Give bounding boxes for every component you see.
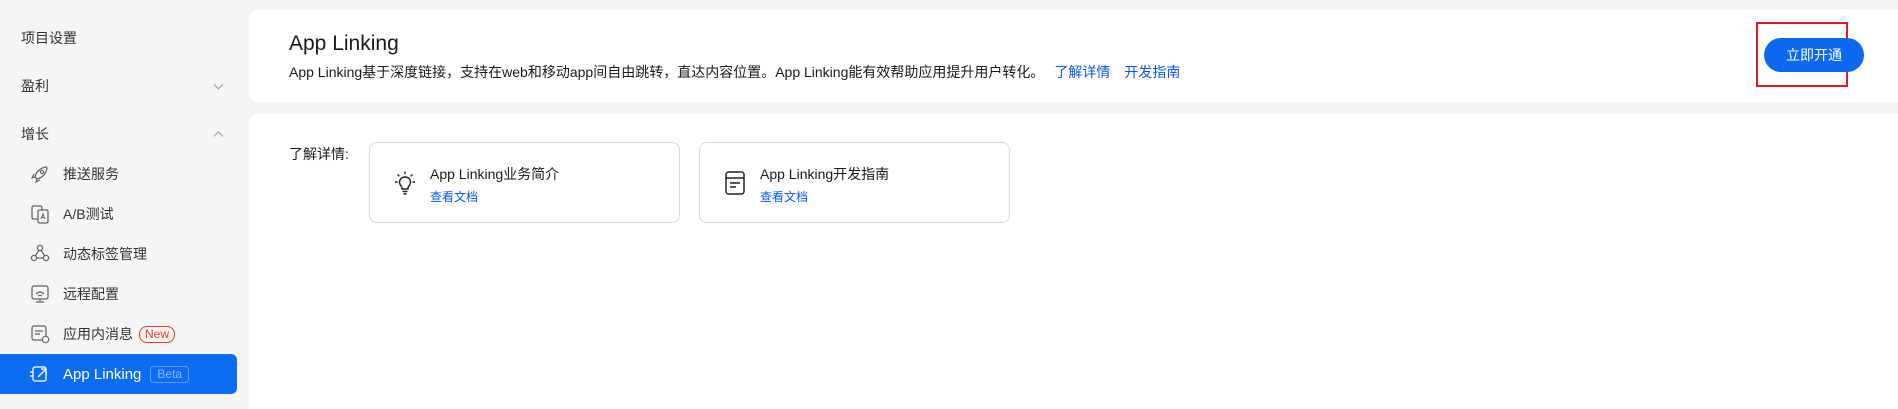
doc-card-overview[interactable]: App Linking业务简介 查看文档 bbox=[369, 142, 680, 223]
tag-network-icon bbox=[30, 244, 50, 262]
sidebar-item-label: 远程配置 bbox=[63, 286, 119, 302]
sidebar-item-label: 项目设置 bbox=[21, 30, 77, 46]
description-text: App Linking基于深度链接，支持在web和移动app间自由跳转，直达内容… bbox=[289, 64, 1045, 80]
document-icon bbox=[725, 171, 745, 195]
sidebar-item-in-app-message[interactable]: 应用内消息 New bbox=[0, 314, 237, 354]
app-linking-icon bbox=[30, 366, 47, 382]
doc-card-title: App Linking业务简介 bbox=[430, 166, 560, 182]
remote-config-icon bbox=[31, 285, 49, 303]
lightbulb-icon bbox=[395, 171, 415, 195]
view-doc-link[interactable]: 查看文档 bbox=[430, 188, 478, 205]
sidebar-group-label: 盈利 bbox=[21, 78, 49, 94]
learn-more-label: 了解详情: bbox=[289, 146, 349, 162]
main-content: 了解详情: App Linking业务简介 查看文档 App Linking开发… bbox=[249, 114, 1898, 409]
sidebar-item-label: 应用内消息 bbox=[63, 326, 133, 342]
page-title: App Linking bbox=[289, 32, 399, 55]
in-app-message-icon bbox=[31, 325, 50, 344]
sidebar-item-app-linking[interactable]: App Linking Beta bbox=[0, 354, 237, 394]
sidebar-group-label: 增长 bbox=[21, 126, 49, 142]
page-description: App Linking基于深度链接，支持在web和移动app间自由跳转，直达内容… bbox=[289, 62, 1180, 82]
sidebar-item-label: 推送服务 bbox=[63, 166, 119, 182]
chevron-down-icon bbox=[213, 79, 224, 90]
learn-more-link[interactable]: 了解详情 bbox=[1054, 64, 1110, 80]
chevron-up-icon bbox=[213, 131, 224, 142]
sidebar-item-label: App Linking bbox=[63, 365, 142, 383]
doc-card-title: App Linking开发指南 bbox=[760, 166, 890, 182]
dev-guide-link[interactable]: 开发指南 bbox=[1124, 64, 1180, 80]
sidebar-group-monetize[interactable]: 盈利 bbox=[0, 66, 248, 106]
doc-card-dev-guide[interactable]: App Linking开发指南 查看文档 bbox=[699, 142, 1010, 223]
sidebar-item-label: A/B测试 bbox=[63, 206, 114, 222]
sidebar-item-ab-test[interactable]: A/B测试 bbox=[0, 194, 237, 234]
sidebar: 项目设置 盈利 增长 推送服务 A/B测试 动态标签管理 远程配置 应用内消息 … bbox=[0, 0, 248, 409]
sidebar-item-dynamic-tags[interactable]: 动态标签管理 bbox=[0, 234, 237, 274]
new-badge: New bbox=[139, 325, 176, 343]
activate-button[interactable]: 立即开通 bbox=[1764, 38, 1864, 72]
sidebar-item-remote-config[interactable]: 远程配置 bbox=[0, 274, 237, 314]
beta-badge: Beta bbox=[150, 365, 190, 383]
header-card: App Linking App Linking基于深度链接，支持在web和移动a… bbox=[249, 10, 1898, 102]
sidebar-item-push-service[interactable]: 推送服务 bbox=[0, 154, 237, 194]
sidebar-group-growth[interactable]: 增长 bbox=[0, 114, 248, 154]
ab-test-icon bbox=[31, 205, 49, 224]
rocket-icon bbox=[30, 166, 48, 184]
sidebar-item-label: 动态标签管理 bbox=[63, 246, 147, 262]
view-doc-link[interactable]: 查看文档 bbox=[760, 188, 808, 205]
sidebar-item-project-settings[interactable]: 项目设置 bbox=[0, 18, 248, 58]
